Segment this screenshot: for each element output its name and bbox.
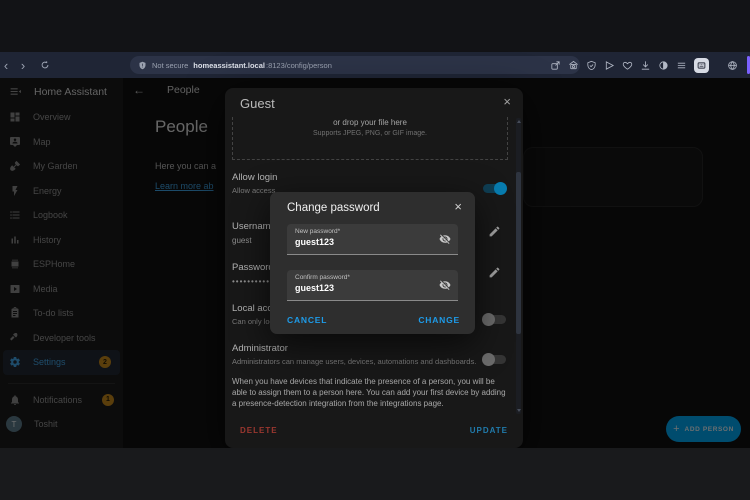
browser-action-icons [550,52,738,78]
forward-icon[interactable]: › [12,59,34,72]
security-label: Not secure [152,60,189,70]
change-password-dialog: Change password × New password* guest123… [270,192,475,334]
new-password-label: New password* [295,228,341,235]
cancel-button[interactable]: CANCEL [287,315,327,325]
globe-icon[interactable] [727,60,738,71]
send-icon[interactable] [604,60,615,71]
reload-icon[interactable] [34,59,56,72]
close-icon[interactable]: × [454,200,462,213]
confirm-password-field[interactable]: Confirm password* guest123 [287,270,458,301]
share-icon[interactable] [550,60,561,71]
favorites-heart-icon[interactable] [622,60,633,71]
url-host: homeassistant.local [193,60,265,70]
screenshot-icon[interactable] [568,60,579,71]
reading-mode-icon[interactable] [658,60,669,71]
home-assistant-app: Home Assistant Overview Map My Garden En… [0,78,750,448]
visibility-off-icon[interactable] [439,233,451,245]
confirm-password-value: guest123 [295,283,335,293]
confirm-password-label: Confirm password* [295,274,350,281]
shield-check-icon[interactable] [586,60,597,71]
url-path: :8123/config/person [265,60,332,70]
address-bar[interactable]: Not secure homeassistant.local :8123/con… [130,56,580,74]
browser-toolbar: ‹ › Not secure homeassistant.local :8123… [0,52,750,78]
screen: ‹ › Not secure homeassistant.local :8123… [0,0,750,500]
new-password-field[interactable]: New password* guest123 [287,224,458,255]
change-password-title: Change password [287,202,380,214]
download-icon[interactable] [640,60,651,71]
back-icon[interactable]: ‹ [0,59,12,72]
new-password-value: guest123 [295,237,335,247]
profile-avatar[interactable] [694,57,709,73]
change-button[interactable]: CHANGE [418,315,460,325]
not-secure-shield-icon [139,61,146,69]
menu-icon[interactable] [676,60,687,71]
visibility-off-icon[interactable] [439,279,451,291]
letterbox-bottom [0,448,750,500]
